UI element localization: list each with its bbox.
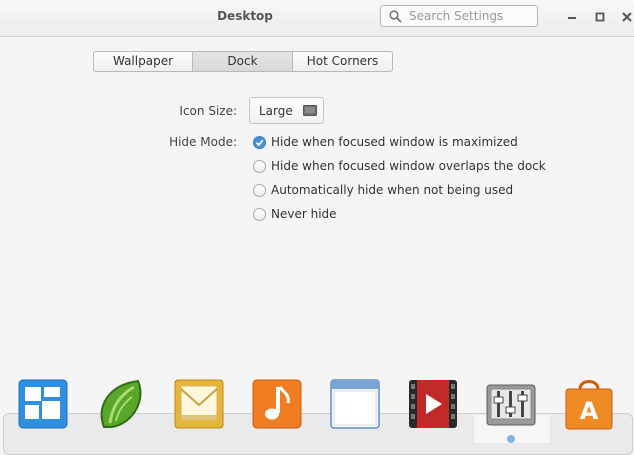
- display-icon: [303, 105, 317, 116]
- files-window-icon[interactable]: [328, 377, 382, 431]
- title-bar: Desktop: [0, 0, 634, 37]
- radio-unchecked-icon: [253, 208, 266, 221]
- radio-unchecked-icon: [253, 160, 266, 173]
- music-icon[interactable]: [250, 377, 304, 431]
- radio-unchecked-icon: [253, 184, 266, 197]
- multitasking-view-icon[interactable]: [16, 377, 70, 431]
- midori-browser-icon[interactable]: [94, 377, 148, 431]
- mail-icon[interactable]: [172, 377, 226, 431]
- icon-size-label: Icon Size:: [179, 104, 237, 118]
- window-title: Desktop: [217, 9, 273, 23]
- tab-wallpaper[interactable]: Wallpaper: [94, 52, 193, 71]
- radio-checked-icon: [253, 136, 266, 149]
- radio-label: Automatically hide when not being used: [271, 183, 514, 197]
- system-settings-icon[interactable]: [484, 377, 538, 431]
- radio-label: Hide when focused window overlaps the do…: [271, 159, 546, 173]
- tab-bar: Wallpaper Dock Hot Corners: [93, 51, 393, 72]
- search-input[interactable]: [409, 8, 533, 24]
- svg-text:A: A: [580, 397, 599, 425]
- radio-label: Never hide: [271, 207, 337, 221]
- radio-label: Hide when focused window is maximized: [271, 135, 518, 149]
- app-center-icon[interactable]: A: [562, 377, 616, 431]
- minimize-icon[interactable]: [565, 10, 579, 24]
- icon-size-value: Large: [259, 104, 293, 118]
- tab-dock[interactable]: Dock: [193, 52, 293, 71]
- maximize-icon[interactable]: [593, 10, 607, 24]
- active-app-indicator-icon: [507, 435, 515, 443]
- close-icon[interactable]: [620, 10, 634, 24]
- tab-hot-corners[interactable]: Hot Corners: [293, 52, 392, 71]
- video-player-icon[interactable]: [406, 377, 460, 431]
- search-icon: [389, 10, 402, 23]
- search-field[interactable]: [380, 5, 538, 27]
- icon-size-combo[interactable]: Large: [249, 97, 324, 124]
- hide-mode-label: Hide Mode:: [169, 135, 237, 149]
